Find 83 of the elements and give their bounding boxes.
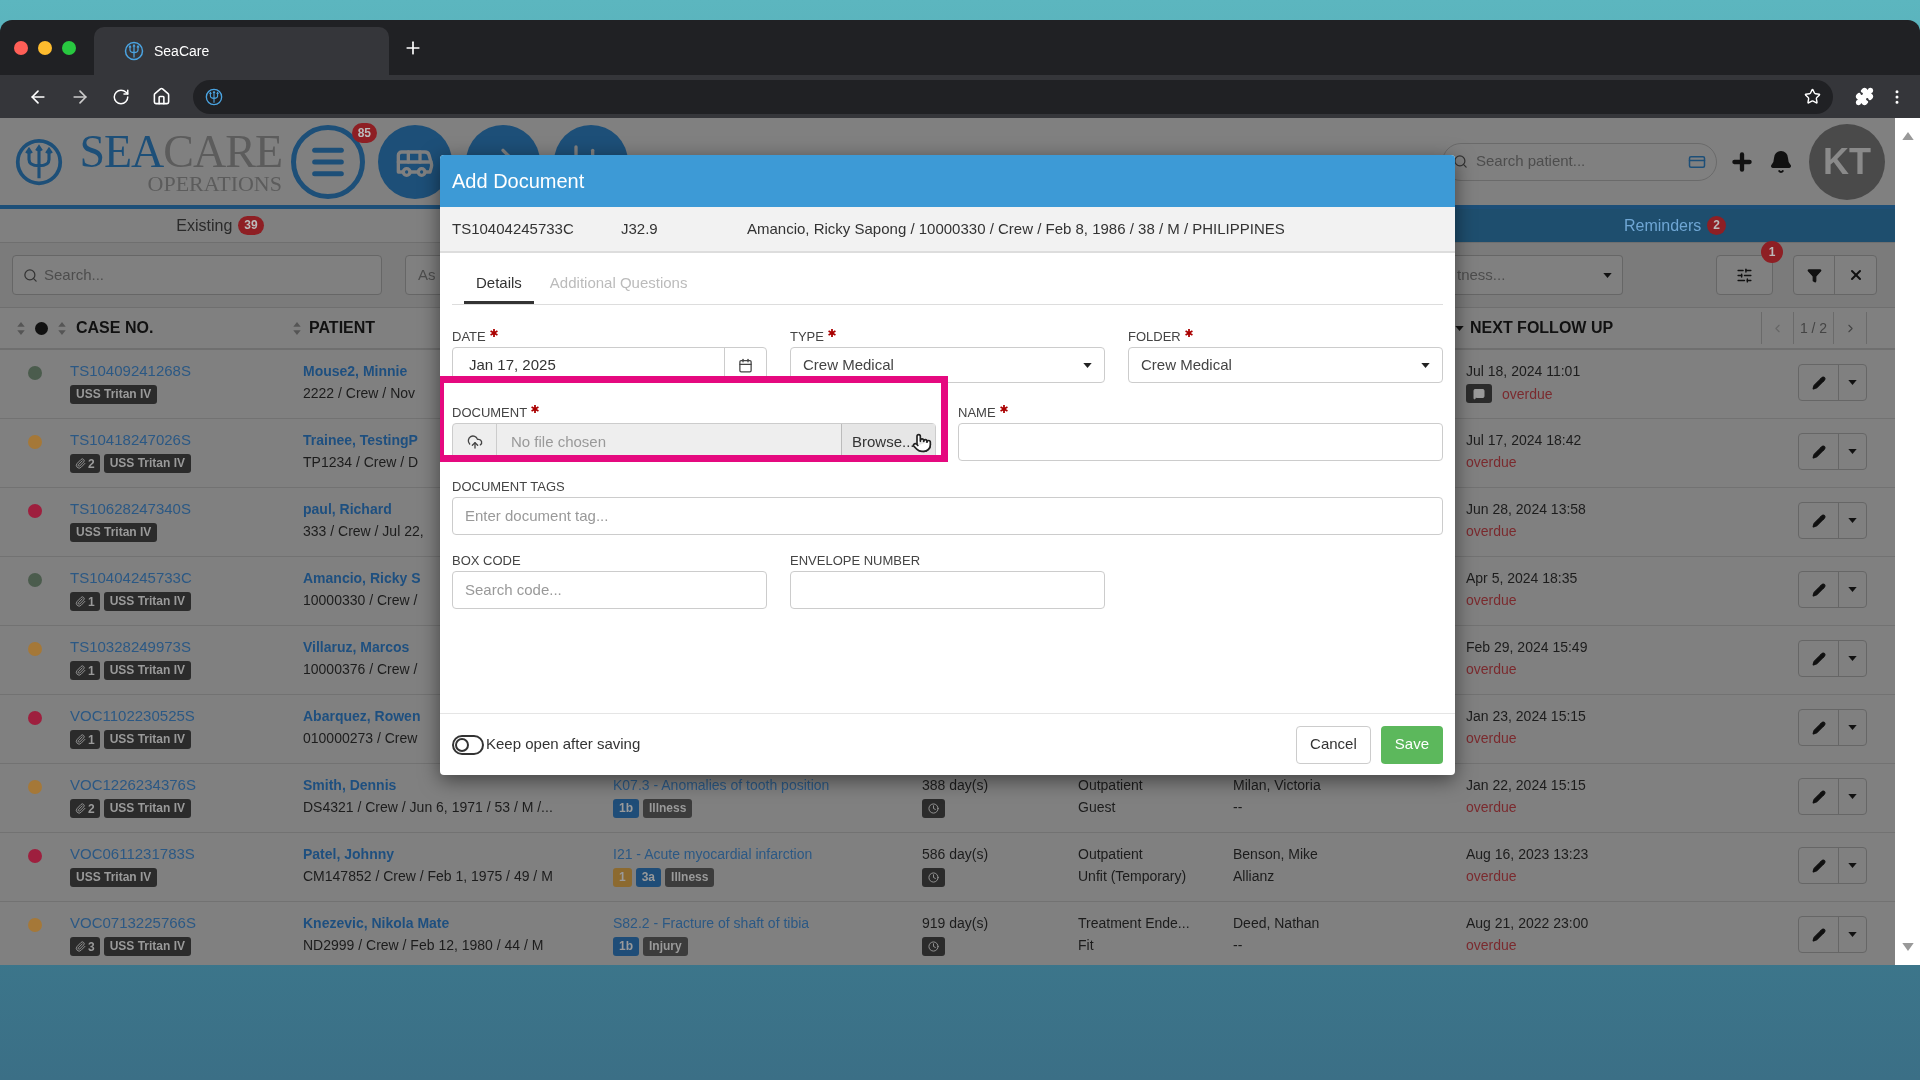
dialog-title: Add Document — [452, 169, 585, 194]
field-label: DOCUMENT — [452, 406, 528, 419]
notification-badge: 85 — [351, 122, 377, 143]
doctor-text: Allianz — [1233, 867, 1275, 885]
diagnosis-tag: Injury — [643, 937, 688, 956]
vessel-badge: USS Tritan IV — [103, 937, 192, 956]
status-text: Outpatient — [1078, 845, 1143, 863]
attachment-count: 1 — [88, 662, 95, 680]
toggle-label: Keep open after saving — [486, 734, 641, 755]
attachment-count: 3 — [88, 938, 95, 956]
attachment-count: 1 — [88, 593, 95, 611]
field-label: NAME — [958, 406, 996, 419]
patient-details: DS4321 / Crew / Jun 6, 1971 / 53 / M /... — [303, 798, 553, 816]
vessel-badge: USS Tritan IV — [70, 523, 158, 542]
status-text: Outpatient — [1078, 776, 1143, 794]
diagnosis-code: J32.9 — [621, 218, 659, 239]
field-label: ENVELOPE NUMBER — [790, 554, 921, 567]
follow-up-date: Aug 16, 2023 13:23 — [1466, 845, 1589, 863]
doctor-text: -- — [1233, 936, 1243, 954]
attachment-count: 2 — [88, 455, 95, 473]
case-number: TS10404245733C — [452, 218, 575, 239]
count-badge: 2 — [1707, 216, 1726, 235]
status-text: Fit — [1078, 936, 1094, 954]
status-text: Unfit (Temporary) — [1078, 867, 1187, 885]
doctor-text: -- — [1233, 798, 1243, 816]
overdue-text: overdue — [1466, 453, 1517, 471]
diagnosis-tag: Illness — [643, 799, 693, 818]
overdue-text: overdue — [1466, 729, 1517, 747]
patient-details: 10000330 / Crew / — [303, 591, 418, 609]
count-badge: 39 — [238, 216, 264, 235]
follow-up-date: Apr 5, 2024 18:35 — [1466, 569, 1578, 587]
field-label: DOCUMENT TAGS — [452, 480, 565, 493]
vessel-badge: USS Tritan IV — [103, 799, 192, 818]
status-text: Treatment Ende... — [1078, 914, 1190, 932]
overdue-text: overdue — [1466, 522, 1517, 540]
patient-details: CM147852 / Crew / Feb 1, 1975 / 49 / M — [303, 867, 553, 885]
overdue-text: overdue — [1466, 798, 1517, 816]
doctor-text: Deed, Nathan — [1233, 914, 1320, 932]
vessel-badge: USS Tritan IV — [103, 661, 192, 680]
follow-up-date: Jul 17, 2024 18:42 — [1466, 431, 1582, 449]
overdue-text: overdue — [1466, 660, 1517, 678]
attachment-count: 2 — [88, 800, 95, 818]
duration-text: 919 day(s) — [922, 914, 989, 932]
patient-details: 010000273 / Crew — [303, 729, 418, 747]
diagnosis-tag: 3a — [635, 868, 662, 887]
field-label: FOLDER — [1128, 330, 1181, 343]
patient-details: 2222 / Crew / Nov — [303, 384, 416, 402]
follow-up-date: Jun 28, 2024 13:58 — [1466, 500, 1586, 518]
diagnosis-tag: 1 — [613, 868, 632, 887]
overdue-text: overdue — [1466, 591, 1517, 609]
patient-details: TP1234 / Crew / D — [303, 453, 419, 471]
diagnosis-tag: 1b — [613, 799, 639, 818]
patient-summary: Amancio, Ricky Sapong / 10000330 / Crew / Feb 8, 1986 / 38 / M / PHILIPPINES — [747, 218, 1285, 239]
field-label: DATE — [452, 330, 486, 343]
patient-details: ND2999 / Crew / Feb 12, 1980 / 44 / M — [303, 936, 544, 954]
field-label: BOX CODE — [452, 554, 521, 567]
patient-details: 333 / Crew / Jul 22, — [303, 522, 424, 540]
diagnosis-tag: 1b — [613, 937, 639, 956]
doctor-text: Milan, Victoria — [1233, 776, 1321, 794]
tab-title: SeaCare — [154, 41, 210, 61]
diagnosis-tag: Illness — [665, 868, 715, 887]
follow-up-date: Jan 23, 2024 15:15 — [1466, 707, 1586, 725]
vessel-badge: USS Tritan IV — [70, 385, 158, 404]
field-label: TYPE — [790, 330, 824, 343]
follow-up-date: Jan 22, 2024 15:15 — [1466, 776, 1586, 794]
doctor-text: Benson, Mike — [1233, 845, 1318, 863]
overdue-text: overdue — [1466, 936, 1517, 954]
overdue-text: overdue — [1502, 384, 1553, 403]
vessel-badge: USS Tritan IV — [103, 592, 192, 611]
vessel-badge: USS Tritan IV — [103, 730, 192, 749]
follow-up-date: Feb 29, 2024 15:49 — [1466, 638, 1588, 656]
duration-text: 586 day(s) — [922, 845, 989, 863]
filter-count-badge: 1 — [1761, 241, 1783, 263]
patient-details: 10000376 / Crew / — [303, 660, 418, 678]
follow-up-date: Aug 21, 2022 23:00 — [1466, 914, 1589, 932]
page-indicator: 1 / 2 — [1794, 312, 1834, 344]
status-text: Guest — [1078, 798, 1116, 816]
attachment-count: 1 — [88, 731, 95, 749]
vessel-badge: USS Tritan IV — [70, 868, 158, 887]
vessel-badge: USS Tritan IV — [103, 454, 192, 473]
overdue-text: overdue — [1466, 867, 1517, 885]
duration-text: 388 day(s) — [922, 776, 989, 794]
follow-up-date: Jul 18, 2024 11:01 — [1466, 362, 1581, 380]
